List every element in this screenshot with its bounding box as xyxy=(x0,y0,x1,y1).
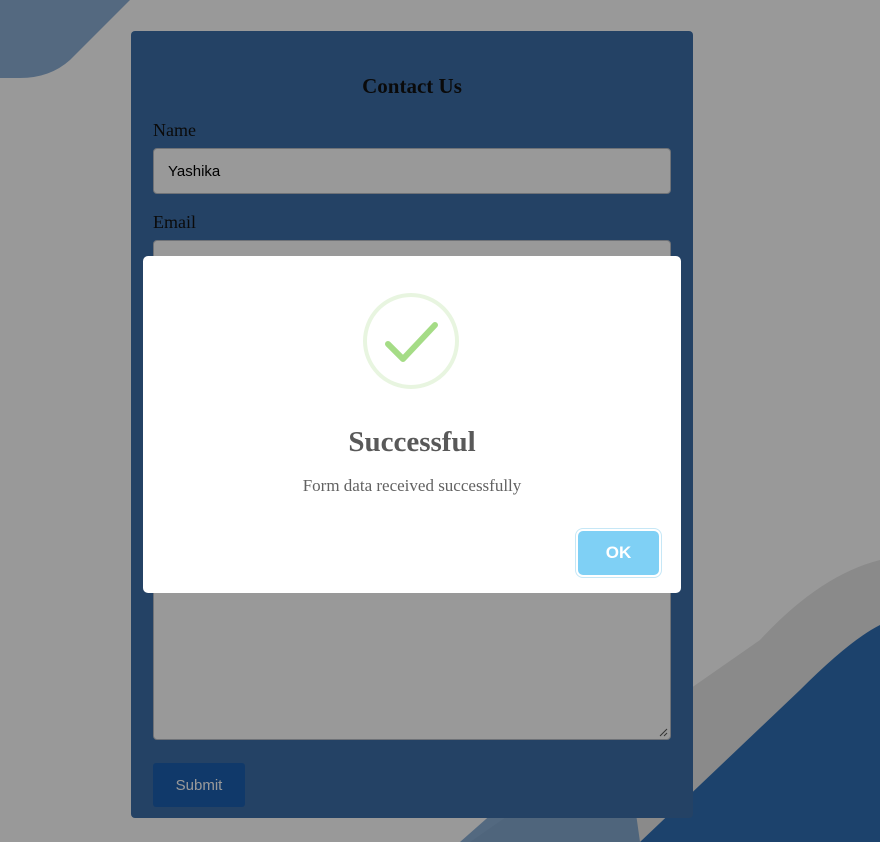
modal-message: Form data received successfully xyxy=(302,476,522,495)
modal-title: Successful xyxy=(348,426,476,458)
ok-button[interactable]: OK xyxy=(578,531,659,575)
success-dialog: Successful Form data received successful… xyxy=(143,256,681,593)
checkmark-icon xyxy=(363,293,459,389)
